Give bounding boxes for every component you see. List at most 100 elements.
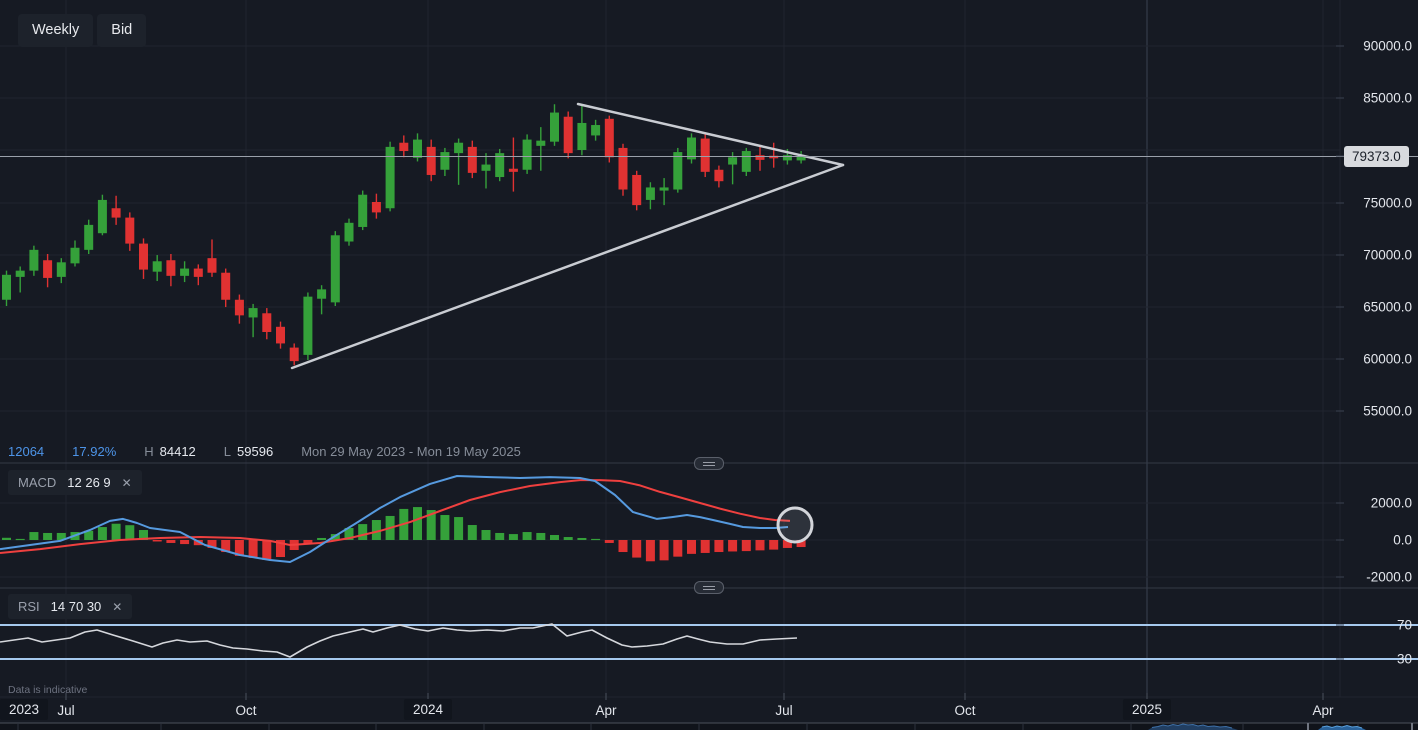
macd-histogram-bar [769, 540, 778, 550]
macd-histogram-bar [2, 538, 11, 540]
macd-histogram-bar [591, 539, 600, 540]
macd-histogram-bar [125, 525, 134, 540]
axis-label: 2000.0 [1371, 496, 1412, 511]
axis-label: 60000.0 [1363, 352, 1412, 367]
date-range: Mon 29 May 2023 - Mon 19 May 2025 [301, 444, 521, 459]
macd-histogram-bar [687, 540, 696, 554]
time-axis-label: Apr [1312, 703, 1333, 718]
candle-body [550, 113, 559, 142]
rsi-indicator-box[interactable]: RSI 14 70 30 ✕ [8, 594, 132, 619]
candle-body [112, 208, 121, 217]
candle-body [290, 348, 299, 362]
macd-histogram-bar [29, 532, 38, 540]
candle-body [413, 140, 422, 158]
macd-histogram-bar [358, 524, 367, 540]
macd-histogram-bar [564, 537, 573, 540]
macd-histogram-bar [646, 540, 655, 561]
macd-params: 12 26 9 [67, 475, 110, 490]
candle-body [577, 123, 586, 150]
candle-body [221, 273, 230, 300]
macd-histogram-bar [180, 540, 189, 544]
macd-histogram-bar [43, 533, 52, 540]
current-price-label: 79373.0 [1344, 146, 1409, 167]
candle-body [783, 155, 792, 160]
axis-label: 55000.0 [1363, 404, 1412, 419]
macd-histogram-bar [454, 517, 463, 540]
macd-histogram-bar [536, 533, 545, 540]
candle-body [701, 139, 710, 172]
macd-histogram-bar [413, 507, 422, 540]
axis-label: 75000.0 [1363, 196, 1412, 211]
candle-body [673, 152, 682, 189]
time-axis-label: Oct [954, 703, 975, 718]
axis-label: 0.0 [1393, 533, 1412, 548]
range-info-bar: 12064 17.92% H 84412 L 59596 Mon 29 May … [8, 444, 527, 459]
candle-body [536, 141, 545, 146]
pane-resize-handle[interactable] [694, 457, 724, 470]
macd-histogram-bar [249, 540, 258, 558]
price-type-button[interactable]: Bid [97, 14, 146, 47]
candle-body [57, 262, 66, 277]
candle-body [125, 218, 134, 244]
macd-histogram-bar [440, 515, 449, 540]
macd-histogram-bar [742, 540, 751, 551]
macd-histogram-bar [468, 525, 477, 540]
pane-resize-handle[interactable] [694, 581, 724, 594]
chart-canvas[interactable] [0, 0, 1418, 730]
macd-histogram-bar [577, 538, 586, 540]
candle-body [564, 117, 573, 153]
candle-body [591, 125, 600, 135]
macd-histogram-bar [166, 540, 175, 543]
candle-body [742, 151, 751, 172]
time-axis-label: 2025 [1123, 699, 1171, 720]
close-icon[interactable]: ✕ [122, 476, 132, 490]
candle-body [194, 269, 203, 277]
candle-body [249, 308, 258, 317]
data-indicative-note: Data is indicative [8, 684, 87, 696]
candle-body [71, 248, 80, 264]
macd-histogram-bar [756, 540, 765, 550]
axis-label: 65000.0 [1363, 300, 1412, 315]
macd-histogram-bar [495, 533, 504, 540]
candle-body [660, 187, 669, 190]
candle-body [43, 260, 52, 278]
high-label: H [144, 444, 153, 459]
candle-body [345, 223, 354, 242]
candle-body [523, 140, 532, 170]
candle-body [399, 143, 408, 151]
candle-body [756, 155, 765, 160]
timeframe-button[interactable]: Weekly [18, 14, 93, 47]
macd-name: MACD [18, 475, 56, 490]
macd-histogram-bar [317, 538, 326, 540]
time-axis-label: Oct [235, 703, 256, 718]
axis-label: 70 [1397, 618, 1412, 633]
axis-label: 85000.0 [1363, 91, 1412, 106]
candle-body [98, 200, 107, 233]
rsi-name: RSI [18, 599, 40, 614]
candle-body [180, 269, 189, 276]
candle-body [331, 235, 340, 302]
candle-body [16, 271, 25, 277]
triangle-upper-trendline [578, 104, 843, 165]
candle-body [317, 289, 326, 298]
candle-body [372, 202, 381, 212]
time-axis-label: 2023 [0, 699, 48, 720]
candle-body [509, 169, 518, 172]
candle-body [208, 258, 217, 273]
time-axis-label: 2024 [404, 699, 452, 720]
axis-label: 30 [1397, 652, 1412, 667]
rsi-line [0, 624, 797, 657]
candle-body [139, 244, 148, 270]
macd-indicator-box[interactable]: MACD 12 26 9 ✕ [8, 470, 142, 495]
candle-body [714, 170, 723, 181]
candle-body [235, 300, 244, 316]
close-icon[interactable]: ✕ [112, 600, 122, 614]
macd-histogram-bar [16, 539, 25, 540]
candle-body [358, 195, 367, 227]
axis-label: 70000.0 [1363, 248, 1412, 263]
candle-body [427, 147, 436, 175]
candle-body [632, 175, 641, 205]
macd-histogram-bar [619, 540, 628, 552]
macd-histogram-bar [262, 540, 271, 560]
time-axis-label: Jul [57, 703, 74, 718]
